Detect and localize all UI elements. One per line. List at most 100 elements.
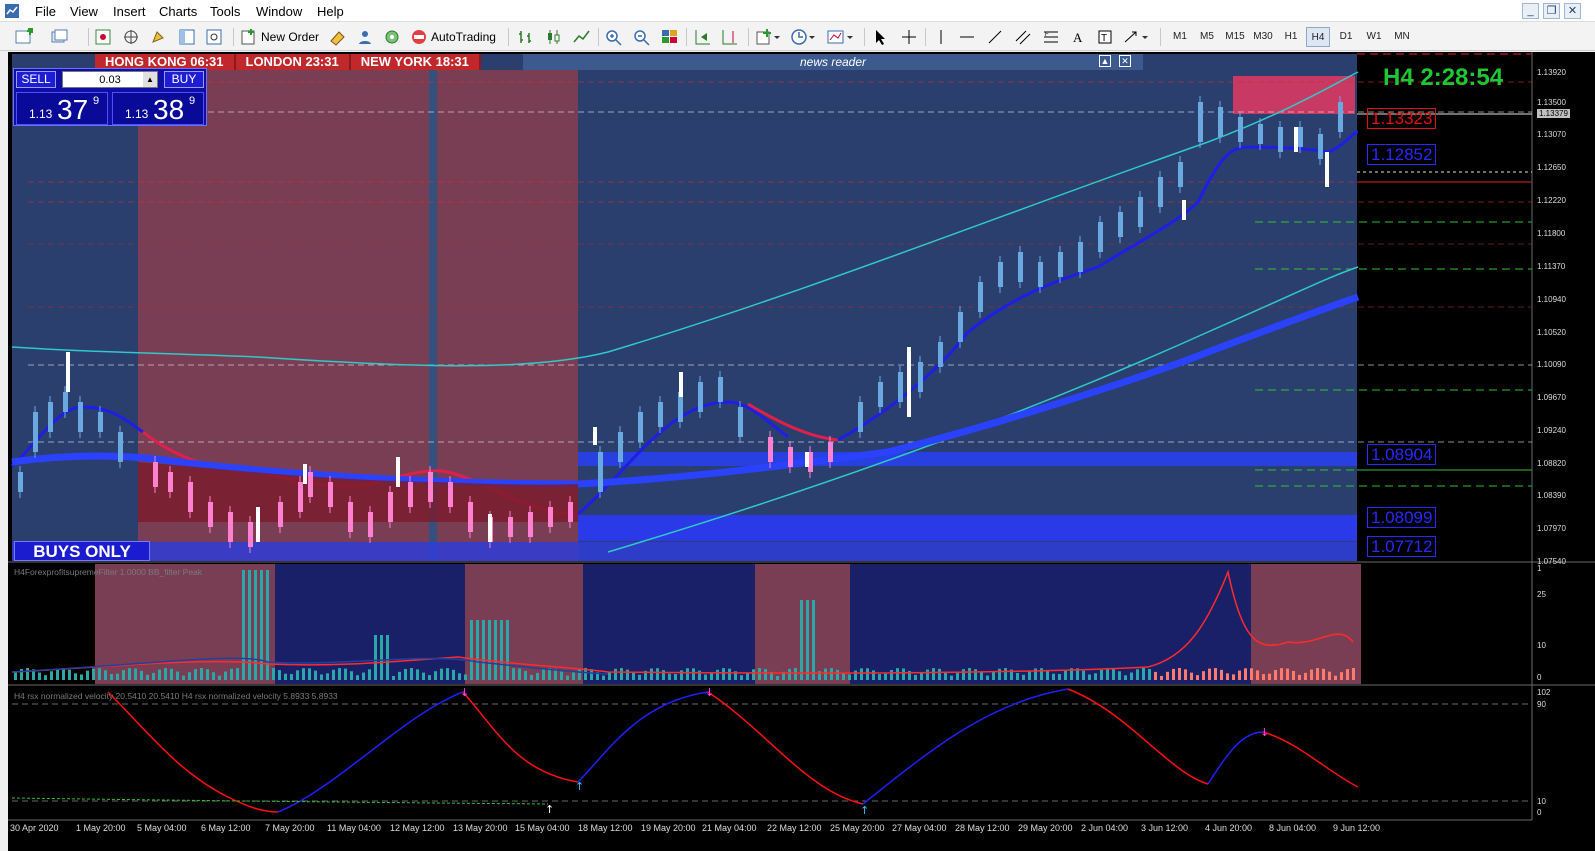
zoom-out-icon[interactable] <box>632 26 652 48</box>
buy-arrow-icon: ↑ <box>575 780 584 793</box>
new-chart-icon[interactable] <box>14 26 36 48</box>
tf-m5[interactable]: M5 <box>1195 27 1219 47</box>
market-watch-icon[interactable] <box>94 26 114 48</box>
histogram-bar <box>14 671 17 680</box>
histogram-bar <box>350 671 353 680</box>
histogram-bar <box>1304 672 1307 680</box>
equidistant-channel-icon[interactable] <box>1014 26 1032 48</box>
profiles-icon[interactable] <box>50 26 72 48</box>
tf-h1[interactable]: H1 <box>1279 27 1303 47</box>
indicators-icon[interactable] <box>755 26 781 48</box>
trendline-icon[interactable] <box>986 26 1004 48</box>
crosshair-icon[interactable] <box>900 26 918 48</box>
histogram-bar <box>428 675 431 680</box>
menu-file[interactable]: File <box>35 4 56 19</box>
histogram-bar <box>1232 674 1235 680</box>
bar-chart-icon[interactable] <box>516 26 536 48</box>
zoom-in-icon[interactable] <box>604 26 624 48</box>
data-window-icon[interactable] <box>122 26 142 48</box>
histogram-bar <box>1208 668 1211 680</box>
menu-view[interactable]: View <box>70 4 98 19</box>
histogram-bar <box>740 675 743 680</box>
menu-tools[interactable]: Tools <box>210 4 240 19</box>
candle-body <box>898 372 903 402</box>
signals-icon[interactable] <box>355 26 375 48</box>
strategy-tester-icon[interactable] <box>205 26 225 48</box>
tf-mn[interactable]: MN <box>1390 27 1414 47</box>
menu-insert[interactable]: Insert <box>113 4 146 19</box>
histogram-bar <box>20 668 23 680</box>
restore-icon[interactable]: ❐ <box>1543 3 1560 19</box>
price-chart-canvas[interactable]: ↓ ↓ ↓ ↑ ↑ ↑ <box>8 52 1595 851</box>
vertical-line-icon[interactable] <box>934 26 948 48</box>
tf-w1[interactable]: W1 <box>1362 27 1386 47</box>
menu-help[interactable]: Help <box>317 4 344 19</box>
line-chart-icon[interactable] <box>572 26 592 48</box>
sub1-axis-label: 25 <box>1537 590 1546 599</box>
histogram-bar <box>476 620 479 680</box>
histogram-bar <box>974 669 977 680</box>
tf-h4[interactable]: H4 <box>1306 27 1330 47</box>
histogram-bar <box>62 668 65 680</box>
news-reader-title: news reader <box>799 55 867 69</box>
candle-body <box>153 462 158 487</box>
candle-body <box>208 502 213 527</box>
candle-body <box>918 362 923 392</box>
histogram-bar <box>1046 670 1049 680</box>
histogram-bar <box>1250 668 1253 680</box>
highlight-candle <box>679 372 683 397</box>
candle-body <box>1118 212 1123 237</box>
collapse-icon[interactable]: ▲ <box>1099 55 1111 67</box>
candle-body <box>768 437 773 462</box>
histogram-bar <box>542 669 545 680</box>
sell-quote[interactable]: 1.13 37 9 <box>16 92 108 125</box>
tile-windows-icon[interactable] <box>660 26 680 48</box>
highlight-candle <box>396 457 400 487</box>
minimize-icon[interactable]: _ <box>1522 3 1539 19</box>
close-news-icon[interactable]: ✕ <box>1119 55 1131 67</box>
buy-button[interactable]: BUY <box>164 71 204 88</box>
terminal-icon[interactable] <box>178 26 198 48</box>
templates-icon[interactable] <box>826 26 854 48</box>
app-icon[interactable] <box>4 3 20 19</box>
fibonacci-icon[interactable]: F <box>1042 26 1060 48</box>
histogram-bar <box>68 669 71 680</box>
new-order-button[interactable]: New Order <box>240 26 319 48</box>
chart-window[interactable]: ↓ ↓ ↓ ↑ ↑ ↑ HONG KONG 06:31 LONDON 23:31 NEW … <box>8 52 1595 851</box>
close-icon[interactable]: ✕ <box>1564 3 1581 19</box>
lot-up-icon[interactable]: ▲ <box>143 72 157 87</box>
horizontal-line-icon[interactable] <box>958 26 976 48</box>
histogram-bar <box>74 673 77 680</box>
ask-pips: 38 <box>153 94 185 125</box>
rsx-up-segment <box>277 691 464 813</box>
autotrading-button[interactable]: AutoTrading <box>410 26 496 48</box>
tf-m1[interactable]: M1 <box>1168 27 1192 47</box>
news-reader-bar[interactable]: news reader ▲ ✕ <box>523 54 1143 70</box>
arrows-icon[interactable] <box>1122 26 1150 48</box>
sell-button[interactable]: SELL <box>16 71 56 88</box>
tf-m15[interactable]: M15 <box>1223 27 1247 47</box>
periods-icon[interactable] <box>790 26 816 48</box>
text-icon[interactable]: A <box>1070 26 1086 48</box>
menu-window[interactable]: Window <box>256 4 302 19</box>
histogram-bar <box>1094 673 1097 680</box>
cursor-icon[interactable] <box>872 26 888 48</box>
histogram-bar <box>242 570 245 680</box>
menu-charts[interactable]: Charts <box>159 4 197 19</box>
buy-quote[interactable]: 1.13 38 9 <box>112 92 204 125</box>
histogram-bar <box>560 671 563 680</box>
price-box-resistance: 1.13323 <box>1367 108 1437 129</box>
candlestick-icon[interactable] <box>544 26 564 48</box>
radio-icon[interactable] <box>382 26 402 48</box>
text-label-icon[interactable]: T <box>1097 26 1113 48</box>
chart-shift-icon[interactable] <box>720 26 740 48</box>
support-zone <box>578 452 1357 466</box>
tf-m30[interactable]: M30 <box>1251 27 1275 47</box>
metaeditor-icon[interactable] <box>328 26 348 48</box>
histogram-bar <box>632 672 635 680</box>
auto-scroll-icon[interactable] <box>693 26 713 48</box>
tf-d1[interactable]: D1 <box>1334 27 1358 47</box>
navigator-icon[interactable] <box>150 26 170 48</box>
histogram-bar <box>1274 670 1277 680</box>
candle-body <box>548 507 553 527</box>
